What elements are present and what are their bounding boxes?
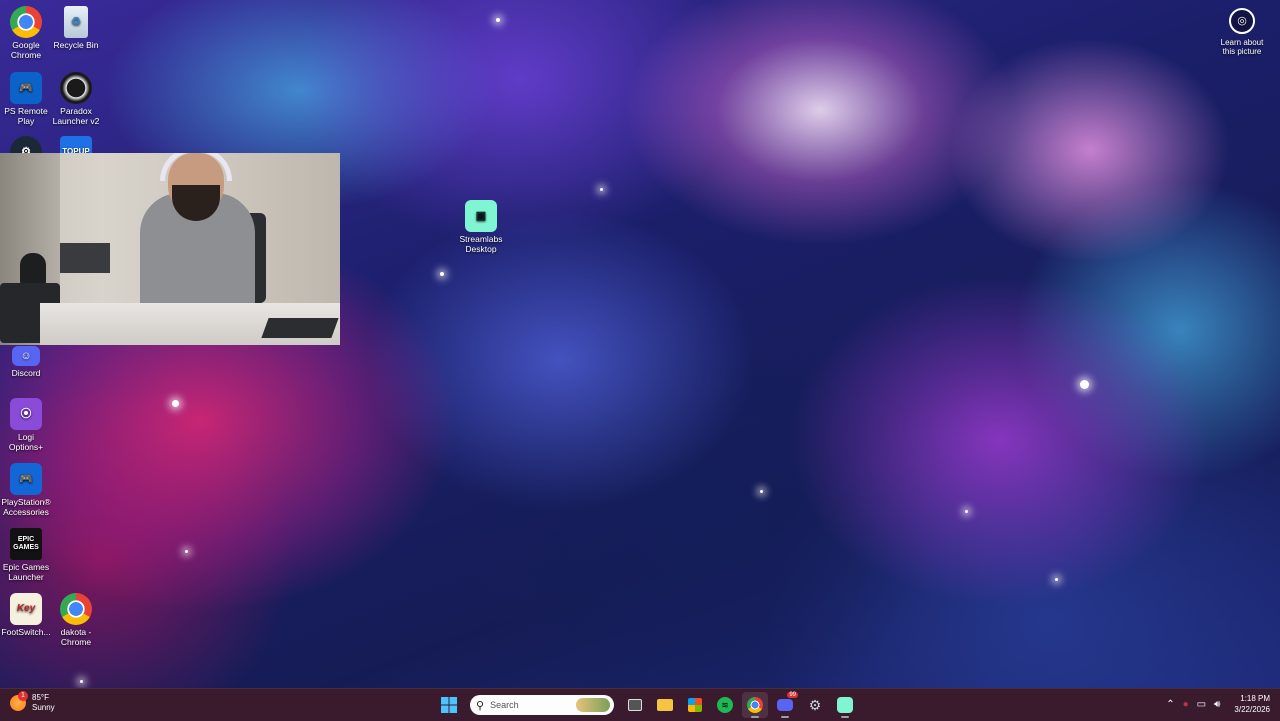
search-icon: ⚲ [476,699,485,712]
discord-icon [777,699,793,711]
weather-condition: Sunny [32,703,55,712]
wallpaper-star [172,400,179,407]
clock-time: 1:18 PM [1240,694,1270,703]
steam-taskbar-button[interactable]: ⚙ [802,692,828,718]
clock[interactable]: 1:18 PM 3/22/2026 [1234,693,1270,715]
recycle-bin-icon: ♻ [64,6,88,38]
desktop-icon-label: FootSwitch... [1,627,51,637]
mic-icon[interactable]: ● [1183,699,1189,710]
discord-taskbar-button[interactable]: 99 [772,692,798,718]
clock-date: 3/22/2026 [1234,705,1270,714]
desktop-icon-google-chrome[interactable]: Google Chrome [0,6,52,60]
wallpaper-star [185,550,188,553]
ps-remote-play-icon: 🎮 [10,72,42,104]
desktop-icon-label: Paradox Launcher v2 [52,106,100,126]
desktop-icon-label: PS Remote Play [4,106,48,126]
spotify-icon: ≋ [717,697,733,713]
webcam-keyboard [261,318,339,338]
windows-icon [441,697,457,713]
microsoft-store-button[interactable] [682,692,708,718]
taskbar-apps: ⚲ Search ≋ 99 ⚙ [436,692,858,718]
chrome-icon [747,697,763,713]
desktop-icon-label: Google Chrome [10,40,42,60]
taskbar-search[interactable]: ⚲ Search [470,695,614,715]
desktop-icon-streamlabs[interactable]: ▣ Streamlabs Desktop [455,200,507,254]
desktop-icon-epic-games[interactable]: EPIC GAMES Epic Games Launcher [0,528,52,582]
desktop-icon-discord[interactable]: ☺ Discord [0,340,52,378]
camera-icon: ◎ [1229,8,1255,34]
footswitch-icon: Key [10,593,42,625]
desktop-icon-dakota-chrome[interactable]: dakota - Chrome [50,593,102,647]
task-view-button[interactable] [622,692,648,718]
webcam-monitor [60,243,110,273]
discord-notification-badge: 99 [787,692,798,698]
start-button[interactable] [436,692,462,718]
chrome-profile-icon [60,593,92,625]
epic-games-icon: EPIC GAMES [10,528,42,560]
learn-about-picture-label: Learn about this picture [1220,38,1264,56]
webcam-headset [160,153,232,181]
wallpaper-star [1055,578,1058,581]
network-icon[interactable]: ▭ [1197,699,1206,710]
desktop-icon-label: Discord [11,368,41,378]
system-tray: ⌃ ● ▭ 🔊︎ 1:18 PM 3/22/2026 [1166,693,1270,715]
playstation-accessories-icon: 🎮 [10,463,42,495]
search-placeholder: Search [490,700,519,710]
streamlabs-icon [837,697,853,713]
paradox-launcher-icon [60,72,92,104]
learn-about-picture[interactable]: ◎ Learn about this picture [1216,8,1268,56]
task-view-icon [628,699,642,711]
wallpaper-star [1080,380,1089,389]
webcam-overlay[interactable] [0,153,340,345]
file-explorer-button[interactable] [652,692,678,718]
wallpaper-star [965,510,968,513]
store-icon [688,698,702,712]
spotify-button[interactable]: ≋ [712,692,738,718]
search-highlight-icon [576,698,610,712]
desktop-icon-label: Recycle Bin [53,40,99,50]
weather-widget[interactable]: 1 85°F Sunny [10,691,55,713]
weather-temp: 85°F [32,693,49,702]
desktop-icon-logi-options[interactable]: ⦿ Logi Options+ [0,398,52,452]
desktop-icon-playstation-accessories[interactable]: 🎮 PlayStation® Accessories [0,463,52,517]
chevron-up-icon[interactable]: ⌃ [1166,699,1174,710]
weather-badge: 1 [18,691,28,701]
desktop-icon-label: Streamlabs Desktop [459,234,503,254]
chrome-taskbar-button[interactable] [742,692,768,718]
wallpaper-star [80,680,83,683]
streamlabs-taskbar-button[interactable] [832,692,858,718]
desktop-icon-label: dakota - Chrome [60,627,92,647]
sun-icon: 1 [10,691,28,711]
wallpaper-star [440,272,444,276]
desktop-icon-label: Epic Games Launcher [2,562,50,582]
folder-icon [657,699,673,711]
desktop-icon-label: Logi Options+ [8,432,44,452]
desktop-icon-ps-remote-play[interactable]: 🎮 PS Remote Play [0,72,52,126]
wallpaper-star [760,490,763,493]
steam-icon: ⚙ [808,696,822,713]
taskbar: 1 85°F Sunny ⚲ Search ≋ 99 ⚙ ⌃ ● ▭ 🔊︎ 1:… [0,688,1280,721]
wallpaper-star [600,188,603,191]
logi-options-icon: ⦿ [10,398,42,430]
desktop-icon-footswitch[interactable]: Key FootSwitch... [0,593,52,637]
desktop-icon-label: PlayStation® Accessories [1,497,51,517]
desktop-icon-recycle-bin[interactable]: ♻ Recycle Bin [50,6,102,50]
volume-icon[interactable]: 🔊︎ [1214,699,1220,710]
desktop-icon-paradox-launcher[interactable]: Paradox Launcher v2 [50,72,102,126]
chrome-icon [10,6,42,38]
wallpaper-star [496,18,500,22]
discord-icon: ☺ [12,346,40,366]
streamlabs-icon: ▣ [465,200,497,232]
